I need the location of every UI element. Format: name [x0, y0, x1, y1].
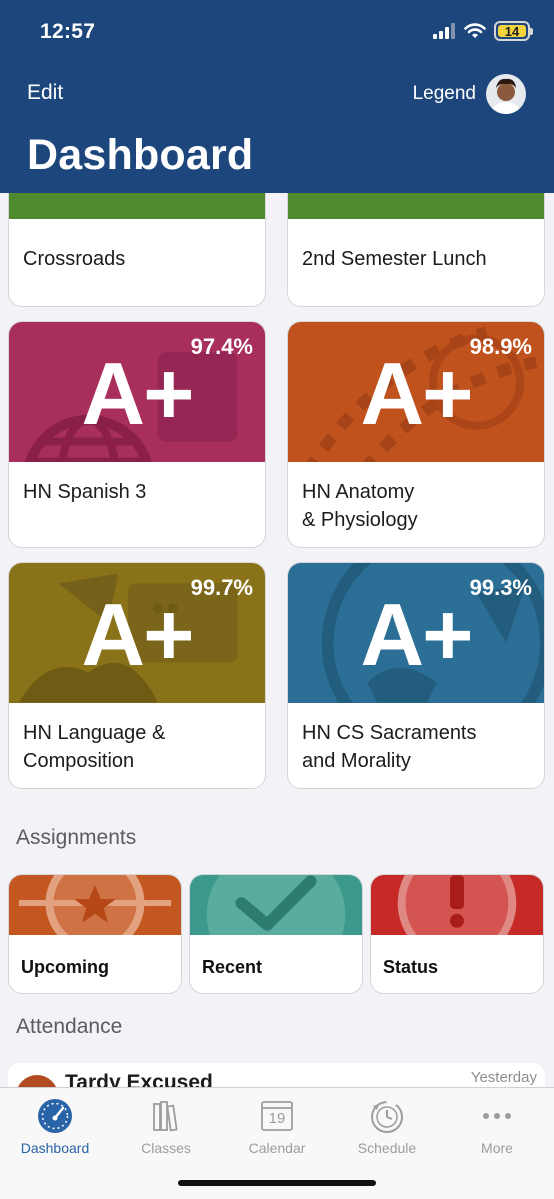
- card-banner: [371, 875, 543, 935]
- assignments-heading: Assignments: [16, 826, 137, 849]
- course-name: HN Language & Composition: [9, 703, 265, 788]
- card-banner: 97.4% A+: [9, 322, 265, 462]
- signal-icon: [433, 23, 455, 39]
- card-banner: [9, 192, 265, 219]
- tab-label: Dashboard: [20, 1140, 90, 1156]
- course-name: HN Anatomy & Physiology: [288, 462, 544, 547]
- course-name-line1: HN Language &: [23, 722, 166, 744]
- card-banner: 99.7% A+: [9, 563, 265, 703]
- card-banner: [9, 875, 181, 935]
- tab-schedule[interactable]: Schedule: [332, 1096, 442, 1156]
- battery-level: 14: [498, 25, 526, 38]
- course-name: HN Spanish 3: [23, 481, 147, 503]
- tab-label: More: [481, 1140, 513, 1156]
- card-label: 2nd Semester Lunch: [302, 248, 487, 270]
- legend-button[interactable]: Legend: [413, 83, 476, 105]
- letter-grade: A+: [360, 344, 474, 443]
- avatar[interactable]: [486, 74, 526, 114]
- status-icons: 14: [432, 21, 533, 41]
- tab-label: Calendar: [248, 1140, 306, 1156]
- books-icon: [153, 1101, 178, 1132]
- edit-button[interactable]: Edit: [27, 81, 63, 105]
- exclamation-icon: [397, 875, 517, 935]
- calendar-day: 19: [268, 1110, 286, 1127]
- course-name-line2: Composition: [23, 750, 135, 772]
- card-banner: 99.3% A+: [288, 563, 544, 703]
- page-title: Dashboard: [27, 131, 254, 179]
- assignments-status-card[interactable]: Status: [370, 874, 544, 994]
- assignments-upcoming-card[interactable]: Upcoming: [8, 874, 182, 994]
- letter-grade: A+: [360, 585, 474, 684]
- tab-dashboard[interactable]: Dashboard: [0, 1096, 110, 1156]
- tab-more[interactable]: More: [442, 1096, 552, 1156]
- tab-label: Schedule: [357, 1140, 417, 1156]
- wifi-icon: [464, 23, 486, 38]
- letter-grade: A+: [81, 585, 195, 684]
- recent-label: Recent: [202, 957, 263, 977]
- battery-icon: 14: [494, 21, 533, 41]
- course-card-language[interactable]: 99.7% A+ HN Language & Composition: [8, 562, 266, 789]
- course-name-line2: & Physiology: [302, 509, 418, 531]
- tab-label: Classes: [141, 1140, 191, 1156]
- star-icon: [18, 875, 172, 935]
- letter-grade: A+: [81, 344, 195, 443]
- course-card-lunch[interactable]: 2nd Semester Lunch: [287, 192, 545, 307]
- course-card-spanish[interactable]: 97.4% A+ HN Spanish 3: [8, 321, 266, 548]
- tab-calendar[interactable]: 19 Calendar: [222, 1096, 332, 1156]
- tab-classes[interactable]: Classes: [111, 1096, 221, 1156]
- card-banner: [288, 192, 544, 219]
- attendance-time: Yesterday: [470, 1069, 537, 1086]
- course-card-anatomy[interactable]: 98.9% A+ HN Anatomy & Physiology: [287, 321, 545, 548]
- course-card-crossroads[interactable]: Crossroads: [8, 192, 266, 307]
- course-name: HN CS Sacraments and Morality: [288, 703, 544, 788]
- check-icon: [206, 875, 346, 935]
- card-banner: [190, 875, 362, 935]
- status-time: 12:57: [40, 20, 96, 43]
- calendar-icon: 19: [257, 1096, 297, 1136]
- card-label: Crossroads: [23, 248, 126, 270]
- attendance-heading: Attendance: [16, 1015, 123, 1038]
- app-header: 12:57 14 Edit Legend Dashboard: [0, 0, 554, 193]
- course-card-sacraments[interactable]: 99.3% A+ HN CS Sacraments and Morality: [287, 562, 545, 789]
- course-name-line1: HN Anatomy: [302, 481, 415, 503]
- clock-icon: [371, 1101, 403, 1133]
- home-indicator[interactable]: [178, 1180, 376, 1186]
- assignments-recent-card[interactable]: Recent: [189, 874, 363, 994]
- more-icon: [483, 1113, 511, 1119]
- course-name-line1: HN CS Sacraments: [302, 722, 477, 744]
- card-banner: 98.9% A+: [288, 322, 544, 462]
- status-label: Status: [383, 957, 439, 977]
- speedometer-icon: [38, 1099, 72, 1133]
- course-name-line2: and Morality: [302, 750, 411, 772]
- upcoming-label: Upcoming: [21, 957, 109, 977]
